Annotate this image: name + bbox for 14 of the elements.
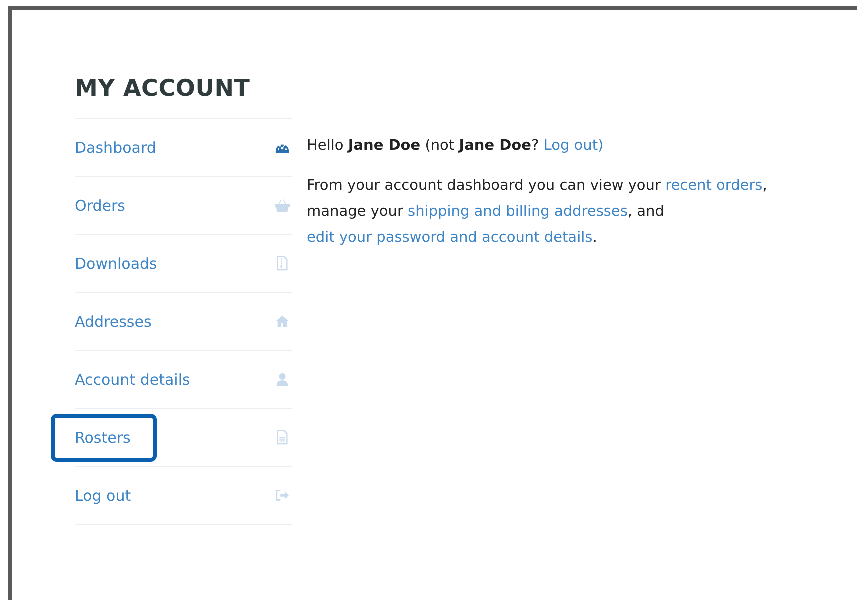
nav-link[interactable]: Orders (71, 182, 144, 230)
nav-link[interactable]: Downloads (71, 240, 176, 288)
nav-link[interactable]: Rosters (51, 414, 157, 462)
nav-link[interactable]: Account details (71, 356, 208, 404)
text-link[interactable]: shipping and billing addresses (408, 204, 628, 220)
intro-text: From your account dashboard you can view your recent orders, manage your shipping and billing addresses, and edit your password and account details. (307, 177, 768, 248)
logout-link[interactable]: Log out) (544, 138, 604, 154)
text-link[interactable]: recent orders (666, 178, 763, 194)
nav-link[interactable]: Log out (71, 472, 150, 520)
page-title: MY ACCOUNT (75, 76, 252, 102)
greeting-text: Hello Jane Doe (not Jane Doe? Log out) (307, 137, 605, 156)
text-link[interactable]: edit your password and account details (307, 230, 593, 246)
nav-link[interactable]: Dashboard (71, 124, 174, 172)
nav-link[interactable]: Addresses (71, 298, 170, 346)
